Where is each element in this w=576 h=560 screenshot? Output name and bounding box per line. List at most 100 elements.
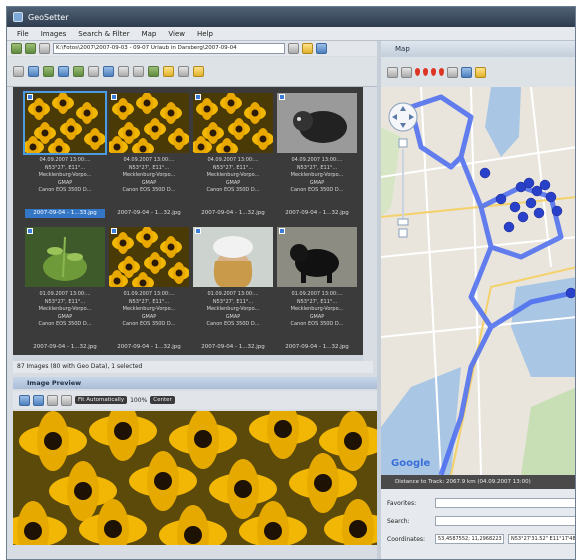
menu-file[interactable]: File bbox=[17, 30, 29, 38]
path-toolbar: K:\Fotos\2007\2007-09-03 - 09-07 Urlaub … bbox=[7, 41, 377, 56]
thumbnail-camera: Canon EOS 350D D... bbox=[290, 187, 344, 194]
dropdown-icon[interactable] bbox=[288, 43, 299, 54]
zoom-level: 100% bbox=[130, 396, 148, 404]
pin-red-icon[interactable] bbox=[423, 68, 428, 76]
export-icon[interactable] bbox=[193, 66, 204, 77]
copy-icon[interactable] bbox=[118, 66, 129, 77]
thumbnail-item[interactable]: 01.09.2007 13:00:... N53°27', E11°... Meck… bbox=[107, 225, 191, 357]
map-track-icon[interactable] bbox=[461, 66, 472, 78]
thumbnail-photo[interactable] bbox=[109, 93, 189, 153]
thumbnail-item[interactable]: 01.09.2007 13:00:... N53°27', E11°... Meck… bbox=[191, 225, 275, 357]
select-icon[interactable] bbox=[28, 66, 39, 77]
thumbnail-item[interactable]: 04.09.2007 13:00:... N53°27', E11°... Meck… bbox=[107, 91, 191, 223]
thumbnail-coords: N53°27', E11°... bbox=[44, 298, 86, 305]
thumbnail-place: Mecklenburg-Vorpo... bbox=[290, 172, 344, 179]
browse-folder-icon[interactable] bbox=[302, 43, 313, 54]
view-icon[interactable] bbox=[13, 66, 24, 77]
thumbnail-item[interactable]: 01.09.2007 13:00:... N53°27', E11°... Meck… bbox=[275, 225, 359, 357]
rotate-right-icon[interactable] bbox=[61, 394, 72, 406]
paste-icon[interactable] bbox=[133, 66, 144, 77]
map-view[interactable]: Google bbox=[381, 87, 576, 475]
folder-path-input[interactable]: K:\Fotos\2007\2007-09-03 - 09-07 Urlaub … bbox=[53, 43, 285, 54]
thumbnail-photo[interactable] bbox=[193, 227, 273, 287]
thumbnail-photo[interactable] bbox=[25, 227, 105, 287]
menu-images[interactable]: Images bbox=[41, 30, 67, 38]
geotag-marker-icon bbox=[279, 228, 285, 234]
thumbnail-country: GMAP bbox=[141, 179, 157, 186]
map-tab[interactable]: Map bbox=[381, 41, 575, 57]
thumbnail-filename: 2007-09-04 - 1...32.jpg bbox=[285, 344, 349, 350]
pin-red-icon[interactable] bbox=[415, 68, 420, 76]
google-logo-text: Google bbox=[391, 458, 431, 469]
thumbnail-item[interactable]: 04.09.2007 13:00:... N53°27', E11°... Meck… bbox=[23, 91, 107, 223]
zoom-in-icon[interactable] bbox=[19, 394, 30, 406]
map-export-icon[interactable] bbox=[475, 66, 486, 78]
thumbnail-filename: 2007-09-04 - 1...32.jpg bbox=[201, 344, 265, 350]
preview-photo bbox=[13, 411, 377, 545]
menu-search-filter[interactable]: Search & Filter bbox=[78, 30, 129, 38]
app-window: GeoSetter File Images Search & Filter Ma… bbox=[6, 6, 576, 560]
fit-automatically-button[interactable]: Fit Automatically bbox=[75, 396, 128, 404]
edit-icon[interactable] bbox=[103, 66, 114, 77]
refresh-icon[interactable] bbox=[316, 43, 327, 54]
menu-help[interactable]: Help bbox=[197, 30, 213, 38]
favorites-label: Favorites: bbox=[387, 499, 417, 507]
geotag-marker-icon bbox=[27, 94, 33, 100]
thumbnail-metadata: 01.09.2007 13:00:... N53°27', E11°... Meck… bbox=[193, 291, 273, 329]
thumbnail-photo[interactable] bbox=[277, 93, 357, 153]
thumbnail-place: Mecklenburg-Vorpo... bbox=[122, 306, 176, 313]
thumbnail-metadata: 04.09.2007 13:00:... N53°27', E11°... Meck… bbox=[25, 157, 105, 195]
map-canvas[interactable] bbox=[381, 87, 576, 475]
undo-icon[interactable] bbox=[178, 66, 189, 77]
pin-red-icon[interactable] bbox=[431, 68, 436, 76]
thumbnail-coords: N53°27', E11°... bbox=[128, 164, 170, 171]
filter-icon[interactable] bbox=[58, 66, 69, 77]
thumbnail-photo[interactable] bbox=[277, 227, 357, 287]
map-layer-icon[interactable] bbox=[447, 66, 458, 78]
search-field[interactable] bbox=[435, 516, 575, 526]
google-logo: Google bbox=[391, 458, 430, 469]
save-icon[interactable] bbox=[88, 66, 99, 77]
zoom-out-icon[interactable] bbox=[33, 394, 44, 406]
map-settings-icon[interactable] bbox=[387, 66, 398, 78]
pin-red-icon[interactable] bbox=[439, 68, 444, 76]
menu-view[interactable]: View bbox=[168, 30, 185, 38]
thumbnail-filename: 2007-09-04 - 1...32.jpg bbox=[117, 210, 181, 216]
geotag-marker-icon bbox=[195, 94, 201, 100]
thumbnail-coords: N53°27', E11°... bbox=[296, 164, 338, 171]
thumbnail-photo[interactable] bbox=[23, 91, 107, 155]
sync-icon[interactable] bbox=[43, 66, 54, 77]
thumbnail-item[interactable]: 04.09.2007 13:00:... N53°27', E11°... Meck… bbox=[275, 91, 359, 223]
thumbnail-coords: N53°27', E11°... bbox=[128, 298, 170, 305]
thumbnail-camera: Canon EOS 350D D... bbox=[122, 321, 176, 328]
track-icon[interactable] bbox=[148, 66, 159, 77]
coordinates-decimal-field[interactable]: 53,4587552; 11,2968223 bbox=[435, 534, 504, 544]
thumbnail-camera: Canon EOS 350D D... bbox=[38, 321, 92, 328]
thumbnail-country: GMAP bbox=[225, 313, 241, 320]
geotag-marker-icon bbox=[111, 94, 117, 100]
geotag-marker-icon bbox=[111, 228, 117, 234]
back-icon[interactable] bbox=[11, 43, 22, 54]
geotag-marker-icon bbox=[279, 94, 285, 100]
thumbnail-date: 01.09.2007 13:00:... bbox=[123, 291, 175, 297]
thumbnail-item[interactable]: 01.09.2007 13:00:... N53°27', E11°... Meck… bbox=[23, 225, 107, 357]
favorites-field[interactable] bbox=[435, 498, 575, 508]
map-pan-control[interactable] bbox=[388, 102, 418, 132]
settings-icon[interactable] bbox=[163, 66, 174, 77]
thumbnail-place: Mecklenburg-Vorpo... bbox=[206, 172, 260, 179]
forward-icon[interactable] bbox=[25, 43, 36, 54]
coordinates-dms-field[interactable]: N53°27'31.52" E11°17'48.56" bbox=[508, 534, 575, 544]
center-button[interactable]: Center bbox=[150, 396, 175, 404]
folder-icon[interactable] bbox=[39, 43, 50, 54]
track-info-bar: Distance to Track: 2067.9 km (04.09.2007… bbox=[381, 475, 575, 489]
menu-map[interactable]: Map bbox=[142, 30, 157, 38]
thumbnail-filename: 2007-09-04 - 1...33.jpg bbox=[25, 209, 105, 218]
geotag-icon[interactable] bbox=[73, 66, 84, 77]
rotate-left-icon[interactable] bbox=[47, 394, 58, 406]
thumbnail-filename: 2007-09-04 - 1...32.jpg bbox=[33, 344, 97, 350]
thumbnail-item[interactable]: 04.09.2007 13:00:... N53°27', E11°... Meck… bbox=[191, 91, 275, 223]
thumbnail-photo[interactable] bbox=[193, 93, 273, 153]
map-home-icon[interactable] bbox=[401, 66, 412, 78]
thumbnail-photo[interactable] bbox=[109, 227, 189, 287]
main-toolbar bbox=[7, 57, 377, 87]
